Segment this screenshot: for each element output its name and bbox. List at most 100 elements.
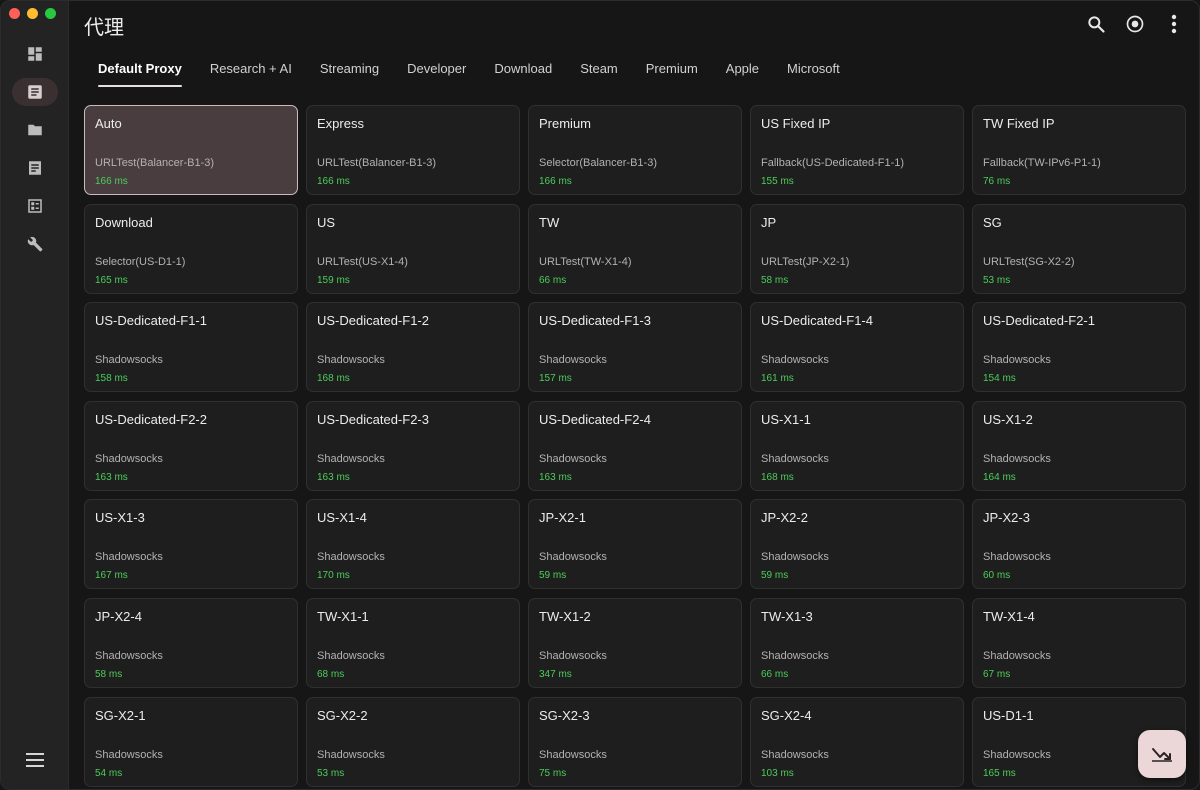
- sidebar-item-profiles[interactable]: [12, 116, 58, 144]
- proxy-delay[interactable]: 166 ms: [95, 176, 128, 187]
- proxy-type: Shadowsocks: [983, 748, 1051, 761]
- locate-selected-button[interactable]: [1124, 13, 1146, 35]
- proxy-name: US-Dedicated-F1-2: [317, 313, 429, 329]
- proxy-delay[interactable]: 161 ms: [761, 373, 794, 384]
- proxy-card[interactable]: US-Dedicated-F1-3 Shadowsocks 157 ms: [528, 302, 742, 393]
- proxy-card[interactable]: TW-X1-4 Shadowsocks 67 ms: [972, 597, 1186, 688]
- proxy-card[interactable]: JP-X2-4 Shadowsocks 58 ms: [84, 597, 298, 688]
- more-options-button[interactable]: [1163, 13, 1185, 35]
- proxy-card[interactable]: SG-X2-1 Shadowsocks 54 ms: [84, 696, 298, 787]
- proxy-card[interactable]: Premium Selector(Balancer-B1-3) 166 ms: [528, 105, 742, 195]
- proxy-type: Selector(US-D1-1): [95, 255, 186, 268]
- tab-download[interactable]: Download: [480, 57, 566, 89]
- proxy-delay[interactable]: 75 ms: [539, 768, 566, 779]
- proxy-delay[interactable]: 59 ms: [539, 570, 566, 581]
- sidebar-item-rules[interactable]: [12, 192, 58, 220]
- proxy-delay[interactable]: 159 ms: [317, 275, 350, 286]
- proxy-delay[interactable]: 165 ms: [983, 768, 1016, 779]
- sidebar-item-dashboard[interactable]: [12, 40, 58, 68]
- proxy-name: Premium: [539, 116, 592, 131]
- minimize-window-button[interactable]: [27, 8, 38, 19]
- proxy-delay[interactable]: 66 ms: [761, 669, 788, 680]
- proxy-card[interactable]: SG-X2-4 Shadowsocks 103 ms: [750, 696, 964, 787]
- proxy-card[interactable]: US-Dedicated-F2-2 Shadowsocks 163 ms: [84, 400, 298, 491]
- proxy-delay[interactable]: 53 ms: [317, 768, 344, 779]
- proxy-delay[interactable]: 76 ms: [983, 176, 1010, 187]
- proxy-delay[interactable]: 157 ms: [539, 373, 572, 384]
- proxy-card[interactable]: Express URLTest(Balancer-B1-3) 166 ms: [306, 105, 520, 195]
- proxy-delay[interactable]: 168 ms: [317, 373, 350, 384]
- proxy-delay[interactable]: 168 ms: [761, 472, 794, 483]
- proxy-card[interactable]: TW URLTest(TW-X1-4) 66 ms: [528, 203, 742, 294]
- proxy-delay[interactable]: 154 ms: [983, 373, 1016, 384]
- proxy-card[interactable]: US-Dedicated-F2-4 Shadowsocks 163 ms: [528, 400, 742, 491]
- proxy-delay[interactable]: 53 ms: [983, 275, 1010, 286]
- proxy-delay[interactable]: 165 ms: [95, 275, 128, 286]
- proxy-delay[interactable]: 347 ms: [539, 669, 572, 680]
- sidebar-item-tools[interactable]: [12, 230, 58, 258]
- proxy-delay[interactable]: 103 ms: [761, 768, 794, 779]
- tab-streaming[interactable]: Streaming: [306, 57, 393, 89]
- menu-toggle-button[interactable]: [21, 749, 49, 771]
- tab-research-ai[interactable]: Research + AI: [196, 57, 306, 89]
- close-window-button[interactable]: [9, 8, 20, 19]
- proxy-card[interactable]: JP-X2-3 Shadowsocks 60 ms: [972, 499, 1186, 590]
- proxy-delay[interactable]: 170 ms: [317, 570, 350, 581]
- proxy-card[interactable]: US-Dedicated-F1-2 Shadowsocks 168 ms: [306, 302, 520, 393]
- proxy-delay[interactable]: 166 ms: [539, 176, 572, 187]
- tab-premium[interactable]: Premium: [632, 57, 712, 89]
- proxy-card[interactable]: TW-X1-1 Shadowsocks 68 ms: [306, 597, 520, 688]
- proxy-delay[interactable]: 158 ms: [95, 373, 128, 384]
- proxy-card[interactable]: TW-X1-3 Shadowsocks 66 ms: [750, 597, 964, 688]
- proxy-delay[interactable]: 164 ms: [983, 472, 1016, 483]
- proxy-card[interactable]: Download Selector(US-D1-1) 165 ms: [84, 203, 298, 294]
- proxy-grid: Auto URLTest(Balancer-B1-3) 166 ms Express U…: [84, 105, 1186, 787]
- proxy-delay[interactable]: 68 ms: [317, 669, 344, 680]
- proxy-delay[interactable]: 60 ms: [983, 570, 1010, 581]
- tab-steam[interactable]: Steam: [566, 57, 632, 89]
- proxy-card[interactable]: US-X1-3 Shadowsocks 167 ms: [84, 499, 298, 590]
- tab-apple[interactable]: Apple: [712, 57, 773, 89]
- proxy-card[interactable]: SG URLTest(SG-X2-2) 53 ms: [972, 203, 1186, 294]
- zoom-window-button[interactable]: [45, 8, 56, 19]
- sidebar-item-proxies[interactable]: [12, 78, 58, 106]
- speed-test-button[interactable]: [1138, 730, 1186, 778]
- proxy-card[interactable]: US-Dedicated-F2-3 Shadowsocks 163 ms: [306, 400, 520, 491]
- proxy-card[interactable]: US-X1-2 Shadowsocks 164 ms: [972, 400, 1186, 491]
- proxy-delay[interactable]: 155 ms: [761, 176, 794, 187]
- tab-microsoft[interactable]: Microsoft: [773, 57, 854, 89]
- proxy-card[interactable]: TW Fixed IP Fallback(TW-IPv6-P1-1) 76 ms: [972, 105, 1186, 195]
- app-window: 代理 Default Proxy Research + AI Streaming De…: [0, 0, 1200, 790]
- proxy-card[interactable]: US-Dedicated-F2-1 Shadowsocks 154 ms: [972, 302, 1186, 393]
- proxy-delay[interactable]: 167 ms: [95, 570, 128, 581]
- proxy-delay[interactable]: 54 ms: [95, 768, 122, 779]
- proxy-delay[interactable]: 166 ms: [317, 176, 350, 187]
- proxy-card[interactable]: US URLTest(US-X1-4) 159 ms: [306, 203, 520, 294]
- proxy-card[interactable]: US-Dedicated-F1-1 Shadowsocks 158 ms: [84, 302, 298, 393]
- search-button[interactable]: [1085, 13, 1107, 35]
- proxy-delay[interactable]: 58 ms: [761, 275, 788, 286]
- proxy-card[interactable]: US-X1-4 Shadowsocks 170 ms: [306, 499, 520, 590]
- proxy-delay[interactable]: 163 ms: [317, 472, 350, 483]
- proxy-card[interactable]: SG-X2-3 Shadowsocks 75 ms: [528, 696, 742, 787]
- proxy-card[interactable]: JP-X2-2 Shadowsocks 59 ms: [750, 499, 964, 590]
- proxy-delay[interactable]: 66 ms: [539, 275, 566, 286]
- proxy-card[interactable]: JP-X2-1 Shadowsocks 59 ms: [528, 499, 742, 590]
- proxy-delay[interactable]: 67 ms: [983, 669, 1010, 680]
- proxy-card[interactable]: US-X1-1 Shadowsocks 168 ms: [750, 400, 964, 491]
- proxy-card[interactable]: US Fixed IP Fallback(US-Dedicated-F1-1) 15…: [750, 105, 964, 195]
- proxy-card[interactable]: Auto URLTest(Balancer-B1-3) 166 ms: [84, 105, 298, 195]
- proxy-card[interactable]: JP URLTest(JP-X2-1) 58 ms: [750, 203, 964, 294]
- tab-developer[interactable]: Developer: [393, 57, 480, 89]
- proxy-delay[interactable]: 58 ms: [95, 669, 122, 680]
- proxy-name: US-Dedicated-F2-2: [95, 411, 207, 427]
- proxy-card[interactable]: SG-X2-2 Shadowsocks 53 ms: [306, 696, 520, 787]
- sidebar-item-logs[interactable]: [12, 154, 58, 182]
- proxy-card[interactable]: US-Dedicated-F1-4 Shadowsocks 161 ms: [750, 302, 964, 393]
- proxy-delay[interactable]: 163 ms: [539, 472, 572, 483]
- proxy-card[interactable]: TW-X1-2 Shadowsocks 347 ms: [528, 597, 742, 688]
- proxy-delay[interactable]: 59 ms: [761, 570, 788, 581]
- proxy-type: URLTest(JP-X2-1): [761, 255, 850, 268]
- tab-default-proxy[interactable]: Default Proxy: [84, 57, 196, 89]
- proxy-delay[interactable]: 163 ms: [95, 472, 128, 483]
